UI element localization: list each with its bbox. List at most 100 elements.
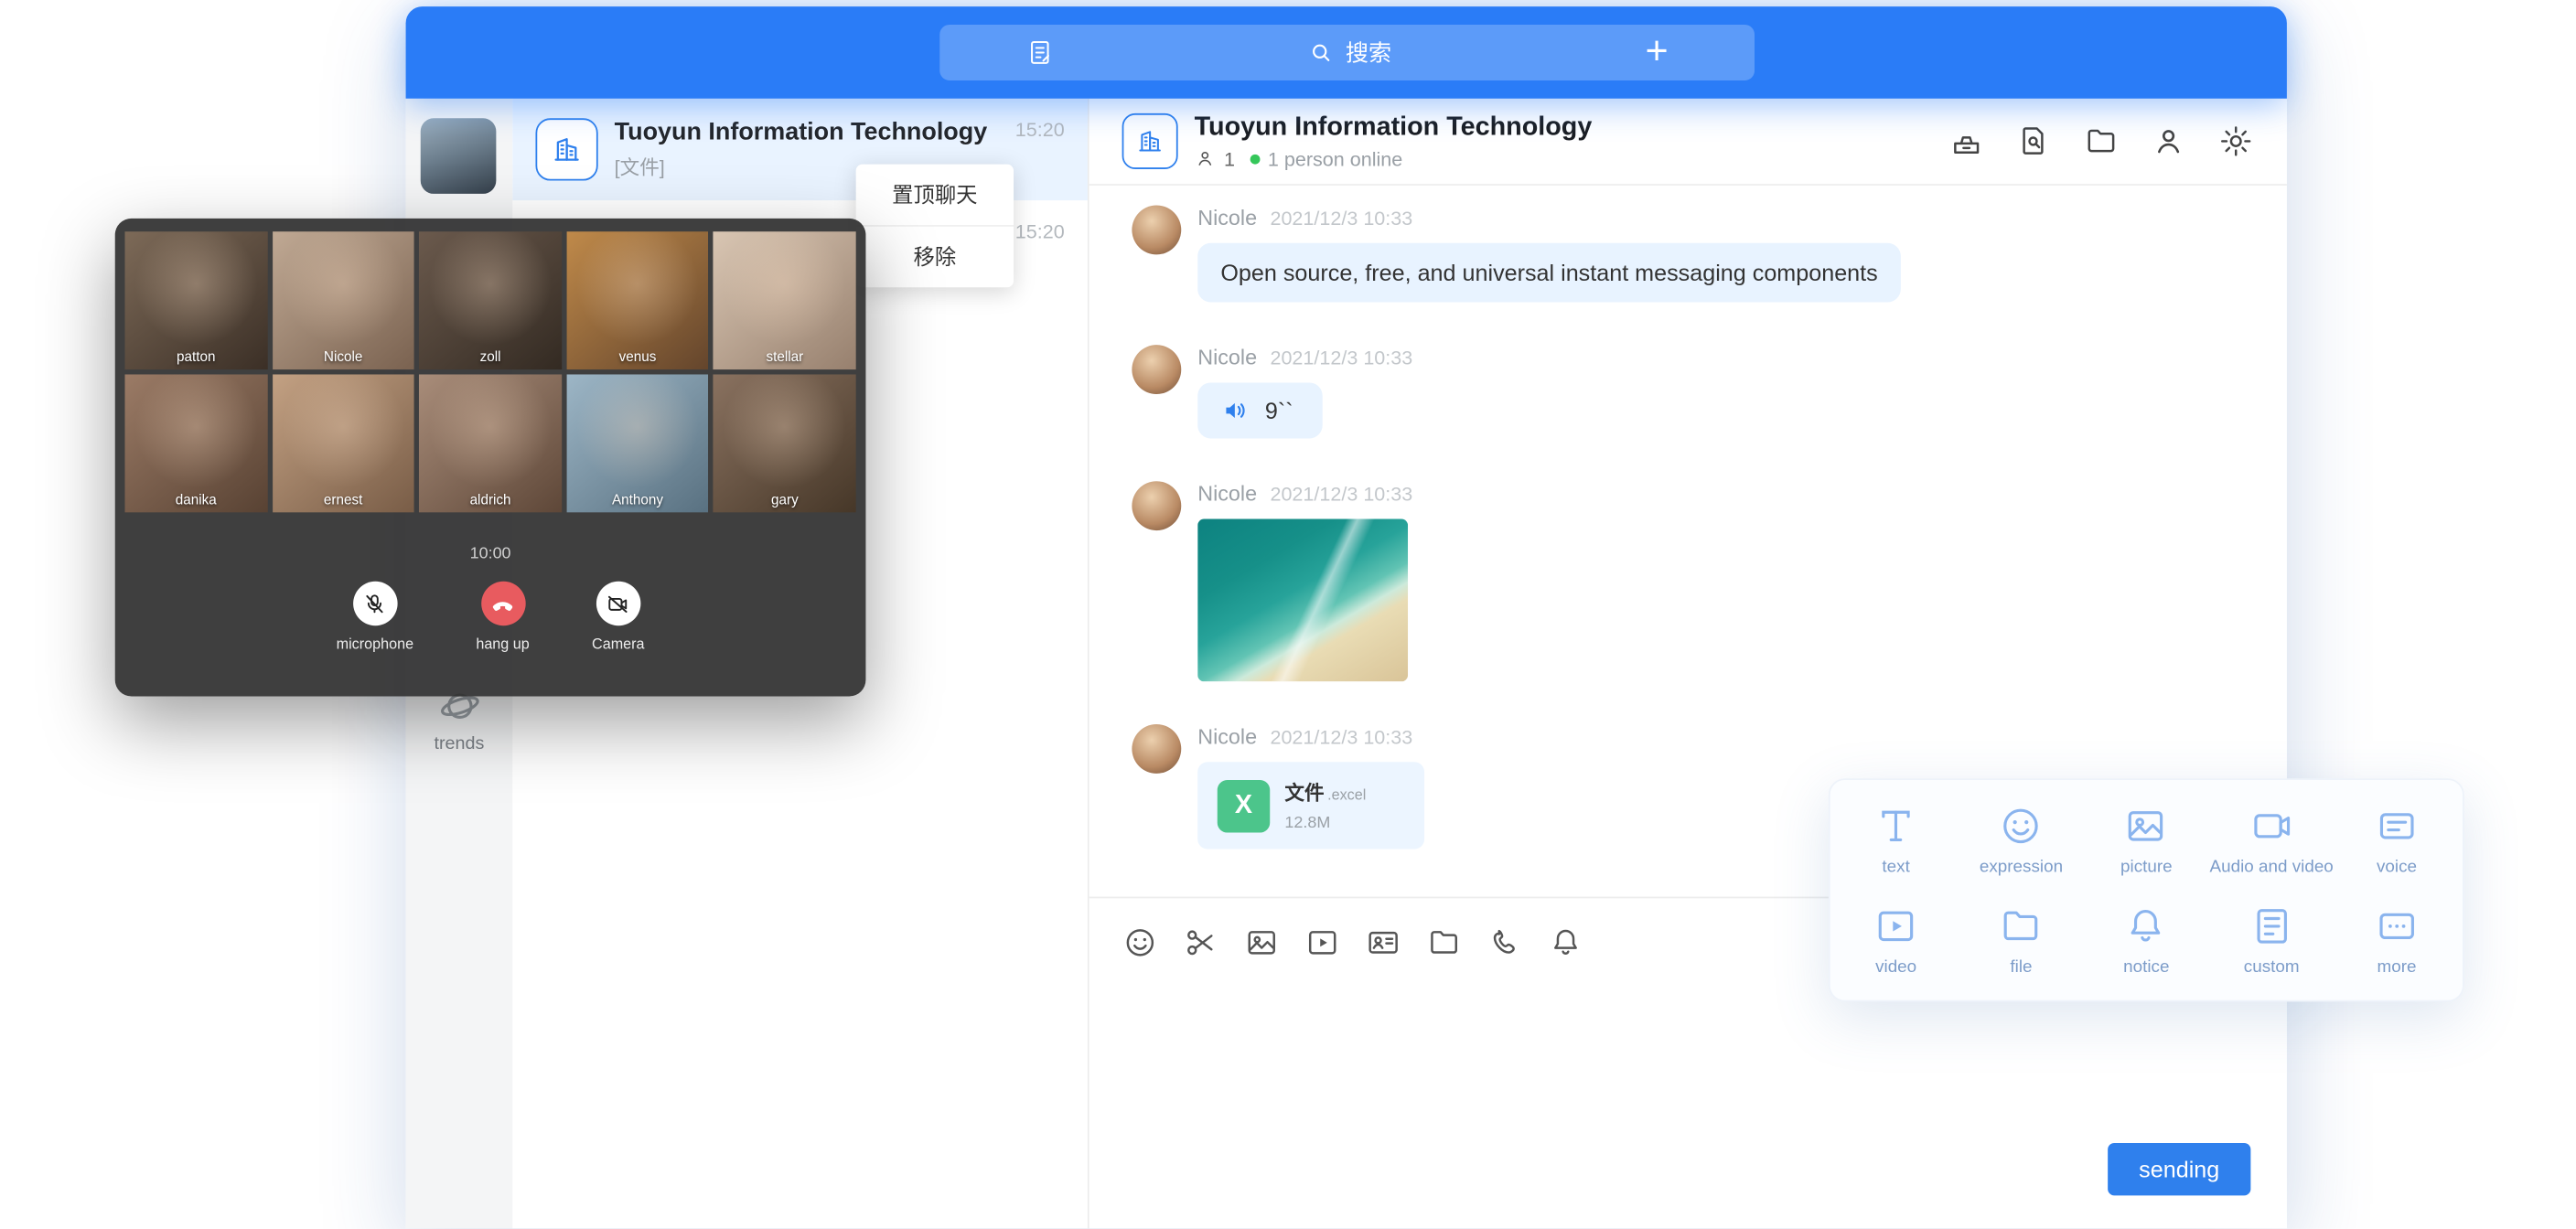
search-history-icon[interactable] xyxy=(2016,123,2053,160)
menu-item-remove[interactable]: 移除 xyxy=(856,225,1014,287)
camera-off-icon xyxy=(605,591,631,617)
chat-header: Tuoyun Information Technology 1 1 person… xyxy=(1089,99,2287,186)
feature-expression[interactable]: expression xyxy=(1959,790,2084,891)
microphone-button[interactable]: microphone xyxy=(337,582,413,652)
contact-card-icon[interactable] xyxy=(1365,924,1401,961)
custom-icon xyxy=(2249,903,2294,949)
chat-subtitle: 1 1 person online xyxy=(1195,147,1593,170)
message-time: 2021/12/3 10:33 xyxy=(1270,726,1412,749)
hang-up-button[interactable]: hang up xyxy=(476,582,529,652)
voice-duration: 9`` xyxy=(1265,398,1293,424)
desktop: 搜索 + trends Tuoyun Information Techno xyxy=(0,0,2576,1228)
control-label: microphone xyxy=(337,636,413,652)
feature-picture[interactable]: picture xyxy=(2084,790,2209,891)
settings-icon[interactable] xyxy=(2217,123,2254,160)
hang-up-icon xyxy=(489,591,516,617)
call-timer: 10:00 xyxy=(115,545,866,563)
files-icon[interactable] xyxy=(2083,123,2120,160)
participant-name: Nicole xyxy=(272,348,414,365)
more-icon xyxy=(2374,903,2420,949)
sender-name: Nicole xyxy=(1197,724,1257,749)
sender-name: Nicole xyxy=(1197,345,1257,369)
feature-custom[interactable]: custom xyxy=(2209,890,2334,990)
participant-grid: patton Nicole zoll venus stellar danika … xyxy=(124,231,855,512)
search-bar[interactable]: 搜索 + xyxy=(939,25,1754,80)
online-dot xyxy=(1250,154,1260,164)
participant-tile: gary xyxy=(714,374,856,512)
avatar[interactable] xyxy=(1132,724,1181,774)
conversation-time: 15:20 xyxy=(1015,118,1065,141)
control-label: hang up xyxy=(476,636,529,652)
participant-tile: patton xyxy=(124,231,267,369)
participant-name: zoll xyxy=(419,348,562,365)
feature-label: file xyxy=(2010,957,2032,978)
image-message-beach[interactable] xyxy=(1197,519,1408,682)
feature-file[interactable]: file xyxy=(1959,890,2084,990)
plus-icon[interactable]: + xyxy=(1646,33,1669,72)
image-icon[interactable] xyxy=(1243,924,1280,961)
audio-video-icon xyxy=(2249,803,2294,849)
conversation-title: Tuoyun Information Technology xyxy=(615,118,1005,146)
participant-name: Anthony xyxy=(566,491,709,508)
participant-tile: zoll xyxy=(419,231,562,369)
video-icon[interactable] xyxy=(1304,924,1341,961)
announcement-icon[interactable] xyxy=(1948,123,1985,160)
notification-icon[interactable] xyxy=(1548,924,1584,961)
member-count: 1 xyxy=(1224,147,1235,170)
feature-text[interactable]: text xyxy=(1833,790,1959,891)
avatar[interactable] xyxy=(1132,481,1181,530)
participant-name: aldrich xyxy=(419,491,562,508)
feature-label: expression xyxy=(1980,857,2063,877)
members-manage-icon[interactable] xyxy=(2151,123,2187,160)
message-voice: Nicole2021/12/3 10:33 9`` xyxy=(1132,345,2287,438)
notes-icon[interactable] xyxy=(1025,37,1054,67)
search-field[interactable]: 搜索 xyxy=(1308,37,1392,69)
message-input[interactable]: sending xyxy=(1089,987,2287,1228)
feature-label: custom xyxy=(2244,957,2300,978)
voice-icon xyxy=(2374,803,2420,849)
message-time: 2021/12/3 10:33 xyxy=(1270,207,1412,230)
feature-video[interactable]: video xyxy=(1833,890,1959,990)
video-call-window: patton Nicole zoll venus stellar danika … xyxy=(115,219,866,697)
topbar: 搜索 + xyxy=(406,6,2287,99)
feature-audio-video[interactable]: Audio and video xyxy=(2209,790,2334,891)
search-icon xyxy=(1308,39,1335,66)
feature-label: voice xyxy=(2377,857,2417,877)
chat-header-info: Tuoyun Information Technology 1 1 person… xyxy=(1195,112,1593,170)
feature-panel: text expression picture Audio and video … xyxy=(1829,778,2464,1001)
camera-button[interactable]: Camera xyxy=(592,582,644,652)
avatar[interactable] xyxy=(1132,345,1181,394)
participant-tile: stellar xyxy=(714,231,856,369)
conversation-time: 15:20 xyxy=(1015,220,1065,243)
voice-bubble[interactable]: 9`` xyxy=(1197,382,1323,438)
group-avatar-icon xyxy=(535,118,597,180)
file-name: 文件 xyxy=(1284,782,1324,805)
context-menu: 置顶聊天 移除 xyxy=(856,165,1014,288)
user-avatar[interactable] xyxy=(421,118,497,194)
file-card[interactable]: X 文件.excel 12.8M xyxy=(1197,762,1424,849)
participant-tile: aldrich xyxy=(419,374,562,512)
sender-name: Nicole xyxy=(1197,481,1257,506)
feature-label: more xyxy=(2377,957,2417,978)
participant-name: stellar xyxy=(714,348,856,365)
feature-more[interactable]: more xyxy=(2334,890,2460,990)
mic-off-icon xyxy=(361,591,388,617)
feature-voice[interactable]: voice xyxy=(2334,790,2460,891)
video-icon xyxy=(1873,903,1918,949)
feature-label: picture xyxy=(2120,857,2173,877)
screenshot-icon[interactable] xyxy=(1183,924,1219,961)
send-button[interactable]: sending xyxy=(2108,1143,2250,1195)
participant-tile: Anthony xyxy=(566,374,709,512)
file-icon[interactable] xyxy=(1426,924,1463,961)
feature-notice[interactable]: notice xyxy=(2084,890,2209,990)
feature-label: notice xyxy=(2123,957,2169,978)
online-status: 1 person online xyxy=(1268,147,1402,170)
message-image: Nicole2021/12/3 10:33 xyxy=(1132,481,2287,681)
menu-item-pin-chat[interactable]: 置顶聊天 xyxy=(856,165,1014,225)
avatar[interactable] xyxy=(1132,205,1181,254)
feature-label: video xyxy=(1875,957,1916,978)
emoji-icon[interactable] xyxy=(1122,924,1159,961)
call-icon[interactable] xyxy=(1487,924,1523,961)
message-text: Nicole2021/12/3 10:33 Open source, free,… xyxy=(1132,205,2287,302)
voice-icon xyxy=(1220,396,1250,425)
